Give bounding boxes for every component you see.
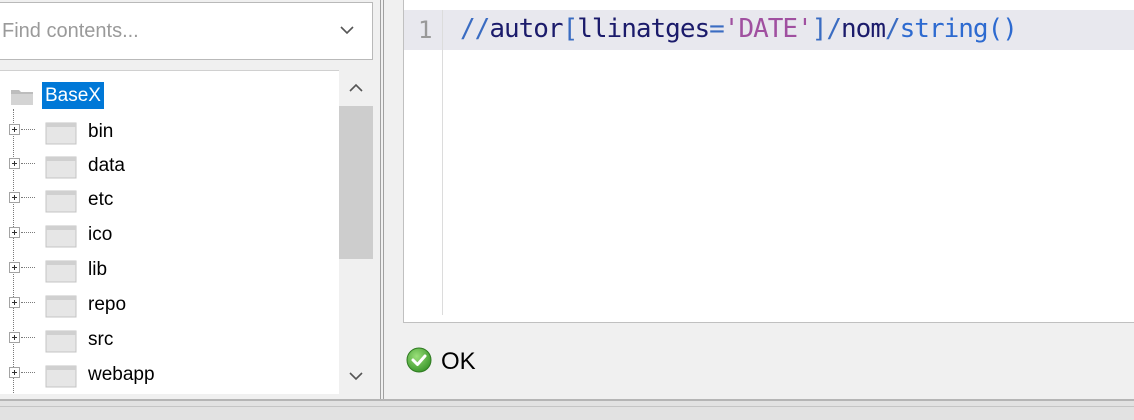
- file-tree: BaseX bin data etc ico lib repo src weba…: [0, 70, 373, 394]
- code-token: =: [709, 14, 725, 44]
- tree-root[interactable]: BaseX: [0, 80, 330, 110]
- chevron-down-icon[interactable]: [336, 19, 358, 41]
- tree-item-repo[interactable]: repo: [0, 289, 330, 323]
- search-box: [0, 2, 373, 60]
- bottom-splitter[interactable]: [0, 399, 1134, 420]
- file-browser-pane: BaseX bin data etc ico: [0, 0, 384, 399]
- folder-icon: [45, 222, 77, 253]
- folder-icon: [10, 86, 34, 111]
- folder-icon: [45, 119, 77, 150]
- code-token: /: [885, 14, 901, 44]
- tree-item-src[interactable]: src: [0, 324, 330, 358]
- expand-plus-icon[interactable]: [9, 124, 20, 135]
- search-input[interactable]: [0, 3, 320, 59]
- line-number: 1: [418, 16, 433, 44]
- code-token: [: [562, 14, 579, 44]
- tree-item-label: webapp: [88, 364, 155, 385]
- chevron-down-icon[interactable]: [339, 358, 373, 394]
- folder-icon: [45, 362, 77, 393]
- tree-item-label: data: [88, 155, 125, 176]
- tree-item-label: etc: [88, 189, 114, 210]
- tree-root-label: BaseX: [42, 82, 104, 109]
- tree-item-bin[interactable]: bin: [0, 116, 330, 150]
- folder-icon: [45, 292, 77, 323]
- tree-item-label: ico: [88, 224, 113, 245]
- expand-plus-icon[interactable]: [9, 192, 20, 203]
- folder-icon: [45, 257, 77, 288]
- tree-item-data[interactable]: data: [0, 150, 330, 184]
- code-token: string(): [899, 14, 1018, 44]
- code-token: /: [826, 14, 842, 44]
- chevron-up-icon[interactable]: [339, 70, 373, 106]
- tree-item-etc[interactable]: etc: [0, 184, 330, 218]
- expand-plus-icon[interactable]: [9, 158, 20, 169]
- tree-item-label: lib: [88, 259, 108, 280]
- tree-item-label: src: [88, 329, 114, 350]
- folder-icon: [45, 153, 77, 184]
- code-token: llinatges: [577, 14, 710, 44]
- check-circle-icon: [405, 346, 433, 379]
- code-token: //: [460, 14, 490, 44]
- gutter-separator: [442, 10, 443, 315]
- scrollbar-thumb[interactable]: [339, 106, 373, 259]
- status-bar: OK: [403, 324, 1134, 399]
- tree-item-ico[interactable]: ico: [0, 219, 330, 253]
- status-label: OK: [441, 348, 476, 375]
- folder-icon: [45, 187, 77, 218]
- code-token: 'DATE': [723, 14, 813, 44]
- tree-item-webapp[interactable]: webapp: [0, 359, 330, 393]
- tree-item-lib[interactable]: lib: [0, 254, 330, 288]
- tree-item-label: repo: [88, 294, 127, 315]
- expand-plus-icon[interactable]: [9, 297, 20, 308]
- code-token: nom: [841, 14, 886, 44]
- pane-splitter[interactable]: [380, 0, 384, 399]
- expand-plus-icon[interactable]: [9, 262, 20, 273]
- expand-plus-icon[interactable]: [9, 227, 20, 238]
- folder-icon: [45, 327, 77, 358]
- expand-plus-icon[interactable]: [9, 367, 20, 378]
- code-token: autor: [489, 14, 563, 44]
- tree-scrollbar[interactable]: [339, 70, 373, 394]
- code-token: ]: [811, 14, 828, 44]
- expand-plus-icon[interactable]: [9, 332, 20, 343]
- tree-item-label: bin: [88, 121, 114, 142]
- query-editor[interactable]: 1 //autor[llinatges='DATE']/nom/string(): [403, 0, 1134, 323]
- code-line[interactable]: //autor[llinatges='DATE']/nom/string(): [460, 14, 1018, 44]
